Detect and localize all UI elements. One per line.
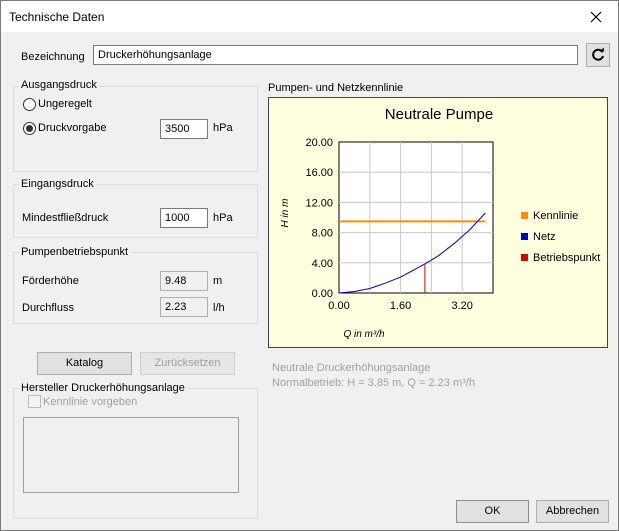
foerderhoehe-value: 9.48	[160, 271, 208, 291]
durchfluss-value: 2.23	[160, 297, 208, 317]
betriebspunkt-title: Pumpenbetriebspunkt	[19, 246, 131, 258]
y-tick-label: 0.00	[312, 288, 333, 300]
durchfluss-label: Durchfluss	[22, 302, 74, 314]
katalog-button[interactable]: Katalog	[37, 352, 132, 375]
window-title: Technische Daten	[9, 10, 105, 24]
durchfluss-unit: l/h	[213, 302, 225, 314]
y-axis-label: H in m	[280, 199, 291, 228]
y-tick-label: 20.00	[305, 137, 333, 149]
chart-section-title: Pumpen- und Netzkennlinie	[268, 82, 404, 94]
chart-info-line1: Neutrale Druckerhöhungsanlage	[272, 362, 431, 374]
close-button[interactable]	[574, 1, 618, 32]
druckvorgabe-radio[interactable]	[23, 122, 36, 135]
chart-panel: Neutrale Pumpe 0.00 4.00 8.00 12.00 16.00 20.…	[268, 97, 608, 348]
refresh-button[interactable]	[586, 43, 610, 67]
dialog-window: Technische Daten Bezeichnung Druckerhöhu…	[0, 0, 619, 531]
close-icon	[590, 11, 602, 22]
kennlinie-vorgeben-checkbox[interactable]	[28, 395, 41, 408]
legend-label-kennlinie: Kennlinie	[533, 210, 578, 222]
bezeichnung-input[interactable]: Druckerhöhungsanlage	[93, 45, 578, 65]
x-tick-label: 1.60	[390, 300, 411, 312]
bezeichnung-label: Bezeichnung	[21, 51, 85, 63]
eingangsdruck-title: Eingangsdruck	[19, 178, 96, 190]
ausgangsdruck-input[interactable]: 3500	[160, 119, 208, 139]
zuruecksetzen-button[interactable]: Zurücksetzen	[140, 352, 235, 375]
ungeregelt-radio[interactable]	[23, 98, 36, 111]
chart-title: Neutrale Pumpe	[385, 106, 493, 123]
ungeregelt-label: Ungeregelt	[38, 98, 92, 110]
y-tick-label: 8.00	[312, 228, 333, 240]
foerderhoehe-unit: m	[213, 275, 223, 287]
refresh-icon	[592, 47, 604, 61]
mindestfliessdruck-unit: hPa	[213, 212, 233, 224]
ausgangsdruck-unit: hPa	[213, 122, 233, 134]
abbrechen-button[interactable]: Abbrechen	[536, 500, 609, 523]
x-tick-label: 0.00	[328, 300, 349, 312]
kennlinie-vorgeben-label: Kennlinie vorgeben	[43, 396, 138, 408]
chart-info-line2: Normalbetrieb: H = 3.85 m, Q = 2.23 m³/h	[272, 377, 475, 389]
foerderhoehe-label: Förderhöhe	[22, 275, 79, 287]
legend-swatch-kennlinie	[521, 212, 528, 219]
mindestfliessdruck-input[interactable]: 1000	[160, 208, 208, 228]
legend-label-netz: Netz	[533, 231, 556, 243]
hersteller-list[interactable]	[23, 417, 239, 493]
x-axis-label: Q in m³/h	[343, 329, 385, 340]
ok-button[interactable]: OK	[456, 500, 529, 523]
chart-svg: Neutrale Pumpe 0.00 4.00 8.00 12.00 16.00 20.…	[280, 106, 600, 340]
legend-swatch-netz	[521, 233, 528, 240]
legend-swatch-betriebspunkt	[521, 254, 528, 261]
y-tick-label: 12.00	[305, 197, 333, 209]
ausgangsdruck-title: Ausgangsdruck	[19, 79, 99, 91]
y-tick-label: 16.00	[305, 167, 333, 179]
eingangsdruck-group	[13, 184, 258, 238]
druckvorgabe-label: Druckvorgabe	[38, 122, 107, 134]
y-tick-label: 4.00	[312, 258, 333, 270]
legend-label-betriebspunkt: Betriebspunkt	[533, 252, 600, 264]
x-tick-label: 3.20	[451, 300, 472, 312]
plot-area	[338, 141, 494, 294]
hersteller-title: Hersteller Druckerhöhungsanlage	[19, 382, 187, 394]
title-bar: Technische Daten	[1, 1, 618, 32]
mindestfliessdruck-label: Mindestfließdruck	[22, 212, 109, 224]
